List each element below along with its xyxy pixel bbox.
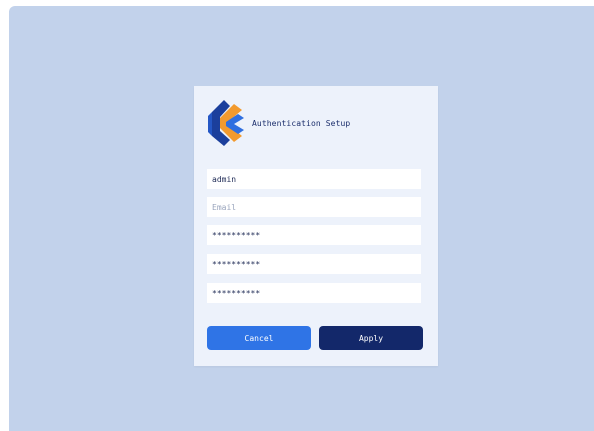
apply-button-label: Apply [358,333,384,343]
username-value: admin [212,174,237,184]
cancel-button-label: Cancel [244,333,274,343]
secret-value: ********** [212,288,261,298]
email-placeholder: Email [212,202,237,212]
confirm-password-value: ********** [212,259,261,269]
dialog-title: Authentication Setup [252,118,351,128]
auth-setup-dialog: Authentication Setup admin Email *******… [194,86,438,366]
confirm-password-field[interactable]: ********** [207,254,421,274]
dialog-header: Authentication Setup [208,98,428,148]
page-background: Authentication Setup admin Email *******… [9,6,594,431]
password-field[interactable]: ********** [207,225,421,245]
layered-chevron-logo-icon [208,100,244,146]
cancel-button[interactable]: Cancel [207,326,311,350]
username-field[interactable]: admin [207,169,421,189]
apply-button[interactable]: Apply [319,326,423,350]
secret-field[interactable]: ********** [207,283,421,303]
email-field[interactable]: Email [207,197,421,217]
password-value: ********** [212,230,261,240]
